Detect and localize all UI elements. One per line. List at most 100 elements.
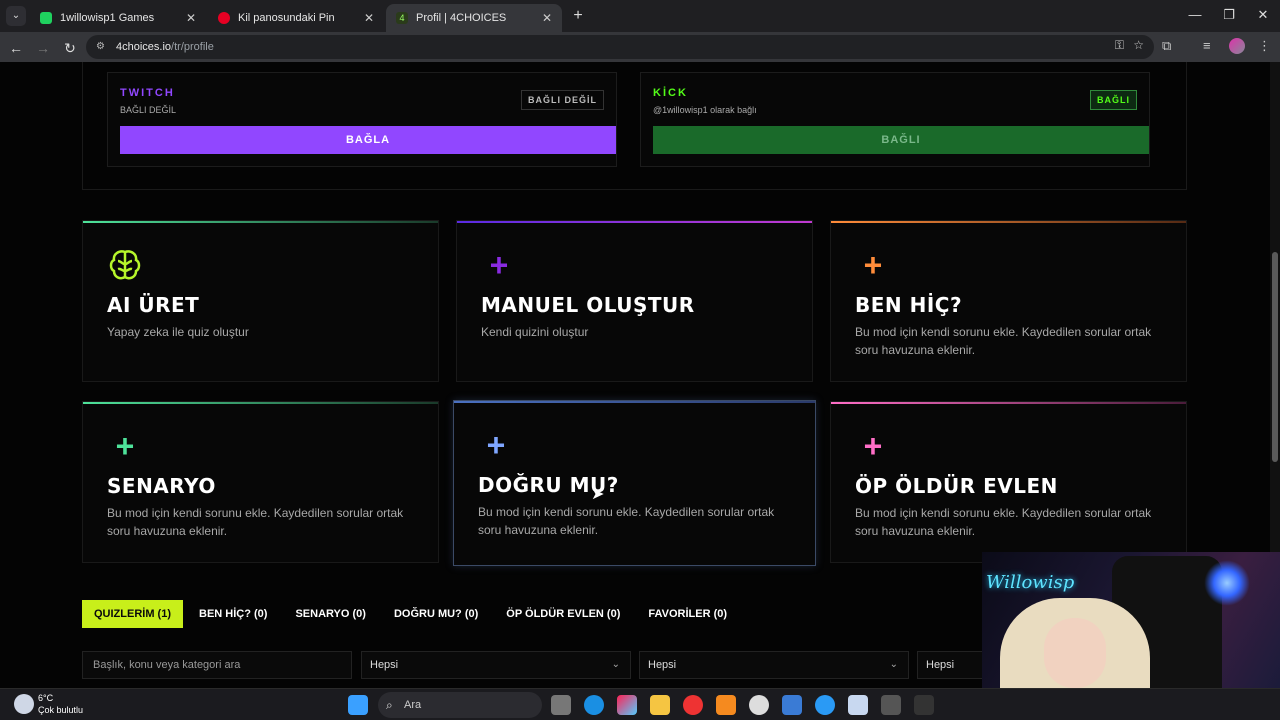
tab-quizlerim[interactable]: QUIZLERİM (1) — [82, 600, 183, 628]
plus-icon: + — [863, 428, 883, 464]
kick-connected-button[interactable]: BAĞLI — [653, 126, 1149, 154]
kick-connection: KİCK @1willowisp1 olarak bağlı BAĞLI BAĞ… — [640, 72, 1150, 167]
card-title: BEN HİÇ? — [855, 293, 963, 317]
cloudflare-icon[interactable] — [716, 695, 736, 715]
mouse-pointer-icon: ➤ — [591, 486, 605, 503]
card-title: ÖP ÖLDÜR EVLEN — [855, 474, 1058, 498]
terminal-icon[interactable] — [914, 695, 934, 715]
difficulty-select[interactable]: Hepsi ⌄ — [639, 651, 909, 679]
chevron-down-icon: ⌄ — [889, 659, 898, 670]
card-description: Bu mod için kendi sorunu ekle. Kaydedile… — [107, 506, 404, 538]
cloud-icon — [14, 694, 34, 714]
windows-start-icon[interactable] — [348, 695, 368, 715]
tab-kil-panosundaki-pin[interactable]: Kil panosundaki Pin ✕ — [208, 4, 384, 32]
chrome-icon[interactable] — [683, 695, 703, 715]
tab-op-oldur-evlen[interactable]: ÖP ÖLDÜR EVLEN (0) — [494, 600, 632, 628]
weather-widget[interactable]: 6°C Çok bulutlu — [14, 692, 83, 716]
kick-status: @1willowisp1 olarak bağlı — [653, 105, 757, 115]
card-ben-hic[interactable]: + BEN HİÇ? Bu mod için kendi sorunu ekle… — [830, 220, 1187, 382]
card-description: Bu mod için kendi sorunu ekle. Kaydedile… — [855, 325, 1152, 357]
search-icon: ⌕ — [386, 698, 393, 712]
password-key-icon[interactable]: ⚿ — [1115, 38, 1124, 53]
close-tab-icon[interactable]: ✕ — [542, 11, 552, 25]
close-window-icon[interactable]: ✕ — [1246, 0, 1280, 32]
category-select[interactable]: Hepsi ⌄ — [361, 651, 631, 679]
card-title: SENARYO — [107, 474, 216, 498]
edge-icon[interactable] — [584, 695, 604, 715]
select-value: Hepsi — [926, 659, 955, 671]
plus-icon: + — [486, 427, 506, 463]
favicon-icon — [40, 12, 52, 24]
bookmark-star-icon[interactable]: ☆ — [1133, 38, 1144, 52]
twitch-status: BAĞLI DEĞİL — [120, 105, 177, 115]
windows-taskbar: 6°C Çok bulutlu ⌕ Ara — [0, 688, 1280, 720]
tab-ben-hic[interactable]: BEN HİÇ? (0) — [187, 600, 279, 628]
tab-title: Profil | 4CHOICES — [416, 12, 507, 24]
close-tab-icon[interactable]: ✕ — [364, 11, 374, 25]
forward-icon[interactable]: → — [33, 38, 53, 58]
pinterest-icon — [218, 12, 230, 24]
plus-icon: + — [115, 428, 135, 464]
plus-icon: + — [489, 247, 509, 283]
tab-dogru-mu[interactable]: DOĞRU MU? (0) — [382, 600, 490, 628]
twitch-connect-button[interactable]: BAĞLA — [120, 126, 616, 154]
card-description: Yapay zeka ile quiz oluştur — [107, 325, 249, 339]
select-value: Hepsi — [648, 659, 677, 671]
address-bar[interactable]: ⚙ 4choices.io/tr/profile ☆ ⚿ — [86, 35, 1154, 59]
taskbar-search[interactable]: ⌕ Ara — [378, 692, 542, 718]
obs-icon[interactable] — [749, 695, 769, 715]
tab-title: Kil panosundaki Pin — [238, 12, 335, 24]
card-manuel-olustur[interactable]: + MANUEL OLUŞTUR Kendi quizini oluştur — [456, 220, 813, 382]
kick-status-badge: BAĞLI — [1090, 90, 1137, 110]
tab-profil-4choices[interactable]: 4 Profil | 4CHOICES ✕ — [386, 4, 562, 32]
scrollbar-thumb[interactable] — [1272, 252, 1278, 462]
card-description: Kendi quizini oluştur — [481, 325, 589, 339]
tab-1willowisp1-games[interactable]: 1willowisp1 Games ✕ — [30, 4, 206, 32]
copilot-icon[interactable] — [617, 695, 637, 715]
media-controls-icon[interactable]: ≡ — [1203, 38, 1211, 53]
twitch-label: TWITCH — [120, 87, 175, 99]
card-description: Bu mod için kendi sorunu ekle. Kaydedile… — [855, 506, 1152, 538]
new-tab-button[interactable]: + — [568, 6, 588, 26]
twitch-status-badge: BAĞLI DEĞİL — [521, 90, 604, 110]
photos-icon[interactable] — [782, 695, 802, 715]
select-value: Hepsi — [370, 659, 399, 671]
back-icon[interactable]: ← — [6, 38, 26, 58]
card-op-oldur-evlen[interactable]: + ÖP ÖLDÜR EVLEN Bu mod için kendi sorun… — [830, 401, 1187, 563]
url-path: /tr/profile — [171, 41, 214, 53]
card-dogru-mu[interactable]: + DOĞRU MU? Bu mod için kendi sorunu ekl… — [453, 400, 816, 566]
card-title: MANUEL OLUŞTUR — [481, 293, 695, 317]
site-info-icon[interactable]: ⚙ — [96, 41, 108, 53]
cube-app-icon[interactable] — [881, 695, 901, 715]
quiz-filter-tabs: QUIZLERİM (1) BEN HİÇ? (0) SENARYO (0) D… — [82, 600, 743, 628]
minimize-icon[interactable]: — — [1178, 0, 1212, 32]
tab-title: 1willowisp1 Games — [60, 12, 155, 24]
file-explorer-icon[interactable] — [650, 695, 670, 715]
card-senaryo[interactable]: + SENARYO Bu mod için kendi sorunu ekle.… — [82, 401, 439, 563]
tab-senaryo[interactable]: SENARYO (0) — [283, 600, 378, 628]
extensions-icon[interactable]: ⧉ — [1162, 38, 1171, 54]
profile-avatar[interactable] — [1229, 38, 1245, 54]
chevron-down-icon: ⌄ — [611, 659, 620, 670]
browser-toolbar: ← → ↻ ⚙ 4choices.io/tr/profile ☆ ⚿ ⧉ ≡ ⋮ — [0, 32, 1280, 62]
tab-strip: ⌄ 1willowisp1 Games ✕ Kil panosundaki Pi… — [0, 0, 1280, 32]
restore-icon[interactable]: ❐ — [1212, 0, 1246, 32]
reload-icon[interactable]: ↻ — [60, 38, 80, 58]
search-label: Ara — [404, 699, 422, 711]
brain-icon — [107, 247, 143, 283]
tab-search-button[interactable]: ⌄ — [6, 6, 26, 26]
notepad-icon[interactable] — [848, 695, 868, 715]
task-view-icon[interactable] — [551, 695, 571, 715]
app-icon[interactable] — [815, 695, 835, 715]
card-description: Bu mod için kendi sorunu ekle. Kaydedile… — [478, 505, 775, 537]
neon-sign: Willowisp — [986, 572, 1075, 593]
kick-label: KİCK — [653, 87, 688, 99]
quiz-search-input[interactable]: Başlık, konu veya kategori ara — [82, 651, 352, 679]
twitch-connection: TWITCH BAĞLI DEĞİL BAĞLI DEĞİL BAĞLA — [107, 72, 617, 167]
card-ai-uret[interactable]: AI ÜRET Yapay zeka ile quiz oluştur — [82, 220, 439, 382]
menu-kebab-icon[interactable]: ⋮ — [1258, 38, 1271, 54]
tab-favoriler[interactable]: FAVORİLER (0) — [636, 600, 739, 628]
weather-temp: 6°C — [38, 693, 54, 703]
close-tab-icon[interactable]: ✕ — [186, 11, 196, 25]
4choices-icon: 4 — [396, 12, 408, 24]
